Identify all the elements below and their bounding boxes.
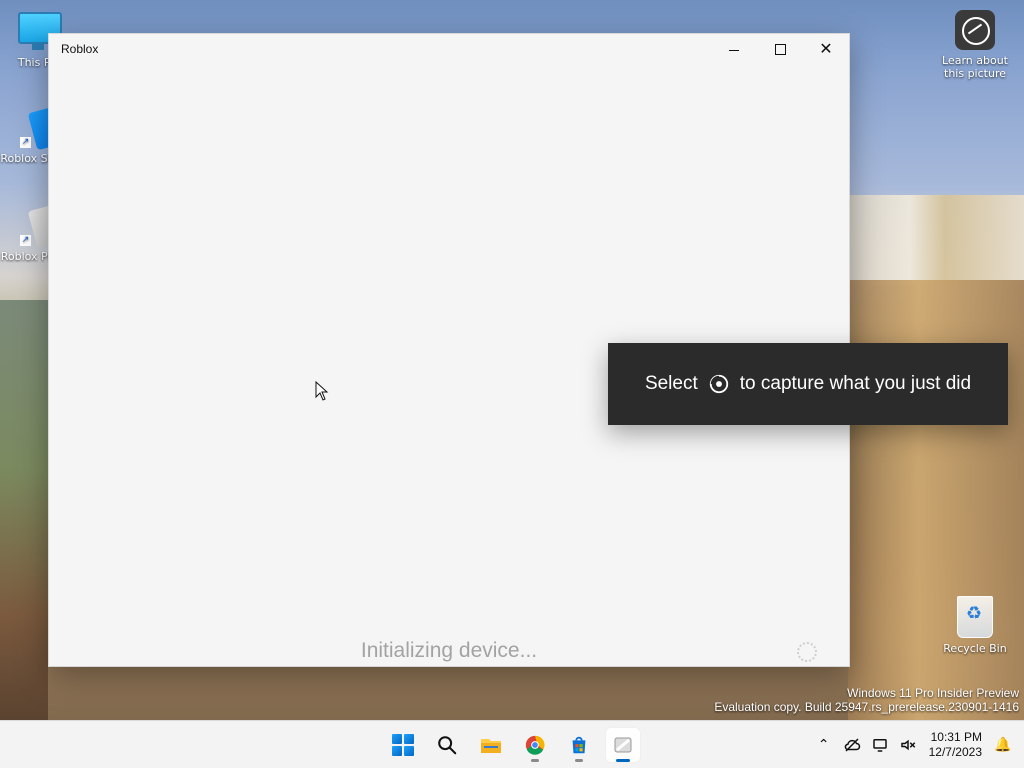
- watermark-line-2: Evaluation copy. Build 25947.rs_prerelea…: [714, 700, 1019, 714]
- close-icon: ✕: [819, 39, 833, 58]
- capture-record-icon: [708, 373, 730, 395]
- chevron-up-icon[interactable]: ⌃: [815, 736, 833, 754]
- clock-date: 12/7/2023: [928, 745, 982, 759]
- close-button[interactable]: ✕: [803, 34, 849, 64]
- window-controls: ✕: [711, 34, 849, 64]
- folder-icon: [479, 734, 503, 756]
- taskbar-running-indicator: [575, 759, 583, 762]
- learn-about-picture[interactable]: Learn about this picture: [938, 10, 1012, 80]
- mouse-pointer-icon: [315, 380, 329, 401]
- taskbar-store-button[interactable]: [561, 727, 597, 763]
- display-icon[interactable]: [871, 736, 889, 754]
- capture-toast-text-before: Select: [644, 373, 698, 394]
- window-title: Roblox: [61, 42, 99, 56]
- capture-toast: Select to capture what you just did: [608, 343, 1008, 425]
- taskbar-apps: [385, 721, 641, 768]
- search-icon: [436, 734, 458, 756]
- status-text: Initializing device...: [360, 639, 538, 662]
- taskbar-file-explorer-button[interactable]: [473, 727, 509, 763]
- desktop-wallpaper-town: [848, 195, 1024, 285]
- taskbar-chrome-button[interactable]: [517, 727, 553, 763]
- windows-start-icon: [392, 734, 414, 756]
- clock-time: 10:31 PM: [930, 730, 982, 744]
- capture-toast-text-after: to capture what you just did: [739, 373, 972, 394]
- window-titlebar[interactable]: Roblox ✕: [49, 34, 849, 64]
- spinner-icon: [797, 642, 817, 662]
- recycle-bin-icon: [957, 596, 993, 638]
- taskbar-search-button[interactable]: [429, 727, 465, 763]
- volume-mute-icon[interactable]: [899, 736, 917, 754]
- taskbar-active-indicator: [616, 759, 630, 762]
- desktop-icon-recycle-bin[interactable]: Recycle Bin: [938, 596, 1012, 655]
- chrome-icon: [524, 734, 546, 756]
- windows-watermark: Windows 11 Pro Insider Preview Evaluatio…: [714, 686, 1019, 714]
- learn-about-picture-label: Learn about this picture: [942, 54, 1008, 80]
- desktop-wallpaper-valley: [0, 300, 48, 720]
- recycle-bin-label: Recycle Bin: [943, 642, 1007, 655]
- maximize-icon: [774, 43, 786, 55]
- minimize-icon: [729, 49, 739, 51]
- shortcut-arrow-icon: ↗: [20, 235, 31, 246]
- roblox-taskbar-icon: [611, 734, 635, 756]
- store-icon: [568, 734, 590, 756]
- taskbar-running-indicator: [531, 759, 539, 762]
- no-network-icon[interactable]: [843, 736, 861, 754]
- shortcut-arrow-icon: ↗: [20, 137, 31, 148]
- camera-info-icon: [955, 10, 995, 50]
- maximize-button[interactable]: [757, 34, 803, 64]
- minimize-button[interactable]: [711, 34, 757, 64]
- taskbar-start-button[interactable]: [385, 727, 421, 763]
- taskbar-roblox-button[interactable]: [605, 727, 641, 763]
- taskbar-clock[interactable]: 10:31 PM 12/7/2023: [929, 730, 982, 760]
- system-tray: ⌃ 10:31 PM 12/7/2023 🔔: [815, 721, 1024, 768]
- bell-icon[interactable]: 🔔: [994, 736, 1012, 754]
- taskbar: ⌃ 10:31 PM 12/7/2023 🔔: [0, 720, 1024, 768]
- watermark-line-1: Windows 11 Pro Insider Preview: [847, 686, 1019, 700]
